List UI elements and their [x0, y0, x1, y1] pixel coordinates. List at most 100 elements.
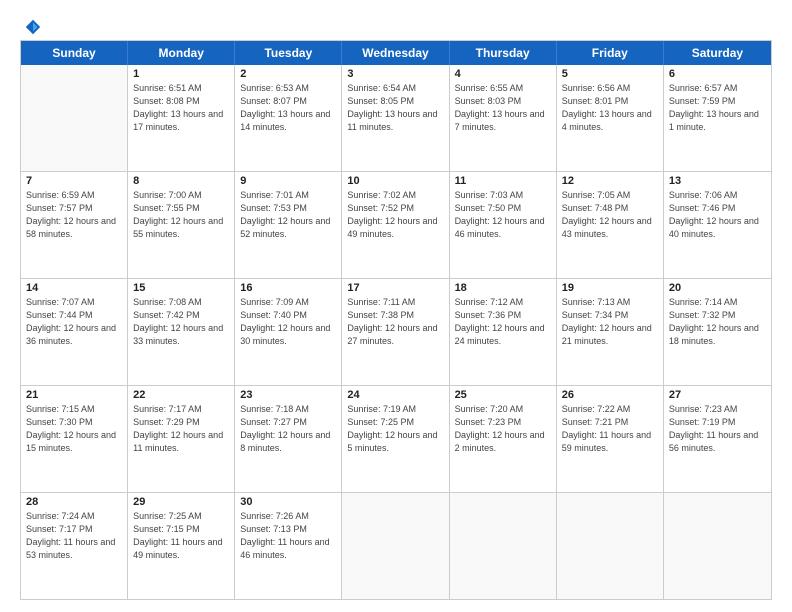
day-cell-16: 16 Sunrise: 7:09 AMSunset: 7:40 PMDayligh…	[235, 279, 342, 385]
cell-info: Sunrise: 6:53 AMSunset: 8:07 PMDaylight:…	[240, 82, 336, 134]
day-number: 20	[669, 282, 766, 294]
calendar: SundayMondayTuesdayWednesdayThursdayFrid…	[20, 40, 772, 600]
day-number: 15	[133, 282, 229, 294]
day-cell-17: 17 Sunrise: 7:11 AMSunset: 7:38 PMDayligh…	[342, 279, 449, 385]
day-cell-18: 18 Sunrise: 7:12 AMSunset: 7:36 PMDayligh…	[450, 279, 557, 385]
day-number: 3	[347, 68, 443, 80]
header-day-saturday: Saturday	[664, 41, 771, 65]
day-number: 5	[562, 68, 658, 80]
day-cell-9: 9 Sunrise: 7:01 AMSunset: 7:53 PMDaylight…	[235, 172, 342, 278]
logo	[20, 18, 42, 32]
day-cell-28: 28Sunrise: 7:24 AMSunset: 7:17 PMDayligh…	[21, 493, 128, 599]
day-cell-23: 23 Sunrise: 7:18 AMSunset: 7:27 PMDayligh…	[235, 386, 342, 492]
cell-info: Sunrise: 7:18 AMSunset: 7:27 PMDaylight:…	[240, 403, 336, 455]
empty-cell-4-3	[342, 493, 449, 599]
header-day-tuesday: Tuesday	[235, 41, 342, 65]
cell-info: Sunrise: 7:03 AMSunset: 7:50 PMDaylight:…	[455, 189, 551, 241]
cell-info: Sunrise: 7:19 AMSunset: 7:25 PMDaylight:…	[347, 403, 443, 455]
day-cell-22: 22 Sunrise: 7:17 AMSunset: 7:29 PMDayligh…	[128, 386, 235, 492]
day-cell-29: 29 Sunrise: 7:25 AMSunset: 7:15 PMDayligh…	[128, 493, 235, 599]
cell-info: Sunrise: 7:00 AMSunset: 7:55 PMDaylight:…	[133, 189, 229, 241]
cell-info: Sunrise: 7:23 AMSunset: 7:19 PMDaylight:…	[669, 403, 766, 455]
day-cell-30: 30 Sunrise: 7:26 AMSunset: 7:13 PMDayligh…	[235, 493, 342, 599]
day-cell-11: 11 Sunrise: 7:03 AMSunset: 7:50 PMDayligh…	[450, 172, 557, 278]
day-number: 8	[133, 175, 229, 187]
cell-info: Sunrise: 7:09 AMSunset: 7:40 PMDaylight:…	[240, 296, 336, 348]
header-day-thursday: Thursday	[450, 41, 557, 65]
header-day-wednesday: Wednesday	[342, 41, 449, 65]
empty-cell-4-4	[450, 493, 557, 599]
logo-icon	[24, 18, 42, 36]
empty-cell-0-0	[21, 65, 128, 171]
cell-info: Sunrise: 7:22 AMSunset: 7:21 PMDaylight:…	[562, 403, 658, 455]
cell-info: Sunrise: 7:25 AMSunset: 7:15 PMDaylight:…	[133, 510, 229, 562]
day-number: 11	[455, 175, 551, 187]
calendar-row-4: 28Sunrise: 7:24 AMSunset: 7:17 PMDayligh…	[21, 493, 771, 599]
cell-info: Sunrise: 7:11 AMSunset: 7:38 PMDaylight:…	[347, 296, 443, 348]
day-number: 2	[240, 68, 336, 80]
calendar-row-3: 21Sunrise: 7:15 AMSunset: 7:30 PMDayligh…	[21, 386, 771, 493]
day-cell-12: 12Sunrise: 7:05 AMSunset: 7:48 PMDayligh…	[557, 172, 664, 278]
day-cell-14: 14 Sunrise: 7:07 AMSunset: 7:44 PMDayligh…	[21, 279, 128, 385]
day-number: 13	[669, 175, 766, 187]
day-cell-5: 5 Sunrise: 6:56 AMSunset: 8:01 PMDaylight…	[557, 65, 664, 171]
cell-info: Sunrise: 7:07 AMSunset: 7:44 PMDaylight:…	[26, 296, 122, 348]
day-cell-15: 15Sunrise: 7:08 AMSunset: 7:42 PMDayligh…	[128, 279, 235, 385]
day-cell-2: 2 Sunrise: 6:53 AMSunset: 8:07 PMDaylight…	[235, 65, 342, 171]
day-number: 16	[240, 282, 336, 294]
day-number: 9	[240, 175, 336, 187]
day-cell-7: 7Sunrise: 6:59 AMSunset: 7:57 PMDaylight…	[21, 172, 128, 278]
header-day-friday: Friday	[557, 41, 664, 65]
cell-info: Sunrise: 6:51 AMSunset: 8:08 PMDaylight:…	[133, 82, 229, 134]
cell-info: Sunrise: 6:56 AMSunset: 8:01 PMDaylight:…	[562, 82, 658, 134]
calendar-header: SundayMondayTuesdayWednesdayThursdayFrid…	[21, 41, 771, 65]
day-cell-8: 8 Sunrise: 7:00 AMSunset: 7:55 PMDaylight…	[128, 172, 235, 278]
day-number: 18	[455, 282, 551, 294]
cell-info: Sunrise: 7:12 AMSunset: 7:36 PMDaylight:…	[455, 296, 551, 348]
cell-info: Sunrise: 6:57 AMSunset: 7:59 PMDaylight:…	[669, 82, 766, 134]
day-number: 30	[240, 496, 336, 508]
day-number: 23	[240, 389, 336, 401]
day-cell-6: 6 Sunrise: 6:57 AMSunset: 7:59 PMDaylight…	[664, 65, 771, 171]
day-number: 4	[455, 68, 551, 80]
day-number: 27	[669, 389, 766, 401]
day-cell-25: 25Sunrise: 7:20 AMSunset: 7:23 PMDayligh…	[450, 386, 557, 492]
header-day-monday: Monday	[128, 41, 235, 65]
calendar-row-0: 1 Sunrise: 6:51 AMSunset: 8:08 PMDaylight…	[21, 65, 771, 172]
day-cell-20: 20 Sunrise: 7:14 AMSunset: 7:32 PMDayligh…	[664, 279, 771, 385]
cell-info: Sunrise: 7:06 AMSunset: 7:46 PMDaylight:…	[669, 189, 766, 241]
cell-info: Sunrise: 7:01 AMSunset: 7:53 PMDaylight:…	[240, 189, 336, 241]
cell-info: Sunrise: 7:26 AMSunset: 7:13 PMDaylight:…	[240, 510, 336, 562]
day-number: 17	[347, 282, 443, 294]
day-cell-1: 1 Sunrise: 6:51 AMSunset: 8:08 PMDaylight…	[128, 65, 235, 171]
day-number: 24	[347, 389, 443, 401]
day-cell-10: 10 Sunrise: 7:02 AMSunset: 7:52 PMDayligh…	[342, 172, 449, 278]
cell-info: Sunrise: 7:20 AMSunset: 7:23 PMDaylight:…	[455, 403, 551, 455]
day-cell-21: 21Sunrise: 7:15 AMSunset: 7:30 PMDayligh…	[21, 386, 128, 492]
cell-info: Sunrise: 7:24 AMSunset: 7:17 PMDaylight:…	[26, 510, 122, 562]
cell-info: Sunrise: 6:55 AMSunset: 8:03 PMDaylight:…	[455, 82, 551, 134]
day-number: 26	[562, 389, 658, 401]
cell-info: Sunrise: 6:54 AMSunset: 8:05 PMDaylight:…	[347, 82, 443, 134]
calendar-body: 1 Sunrise: 6:51 AMSunset: 8:08 PMDaylight…	[21, 65, 771, 599]
cell-info: Sunrise: 7:05 AMSunset: 7:48 PMDaylight:…	[562, 189, 658, 241]
day-number: 1	[133, 68, 229, 80]
calendar-row-1: 7Sunrise: 6:59 AMSunset: 7:57 PMDaylight…	[21, 172, 771, 279]
cell-info: Sunrise: 7:14 AMSunset: 7:32 PMDaylight:…	[669, 296, 766, 348]
day-cell-24: 24 Sunrise: 7:19 AMSunset: 7:25 PMDayligh…	[342, 386, 449, 492]
day-number: 6	[669, 68, 766, 80]
day-cell-27: 27 Sunrise: 7:23 AMSunset: 7:19 PMDayligh…	[664, 386, 771, 492]
day-cell-19: 19Sunrise: 7:13 AMSunset: 7:34 PMDayligh…	[557, 279, 664, 385]
day-cell-3: 3 Sunrise: 6:54 AMSunset: 8:05 PMDaylight…	[342, 65, 449, 171]
day-number: 19	[562, 282, 658, 294]
day-number: 14	[26, 282, 122, 294]
cell-info: Sunrise: 7:02 AMSunset: 7:52 PMDaylight:…	[347, 189, 443, 241]
day-number: 29	[133, 496, 229, 508]
day-number: 10	[347, 175, 443, 187]
cell-info: Sunrise: 7:15 AMSunset: 7:30 PMDaylight:…	[26, 403, 122, 455]
empty-cell-4-5	[557, 493, 664, 599]
cell-info: Sunrise: 6:59 AMSunset: 7:57 PMDaylight:…	[26, 189, 122, 241]
cell-info: Sunrise: 7:17 AMSunset: 7:29 PMDaylight:…	[133, 403, 229, 455]
empty-cell-4-6	[664, 493, 771, 599]
day-number: 22	[133, 389, 229, 401]
